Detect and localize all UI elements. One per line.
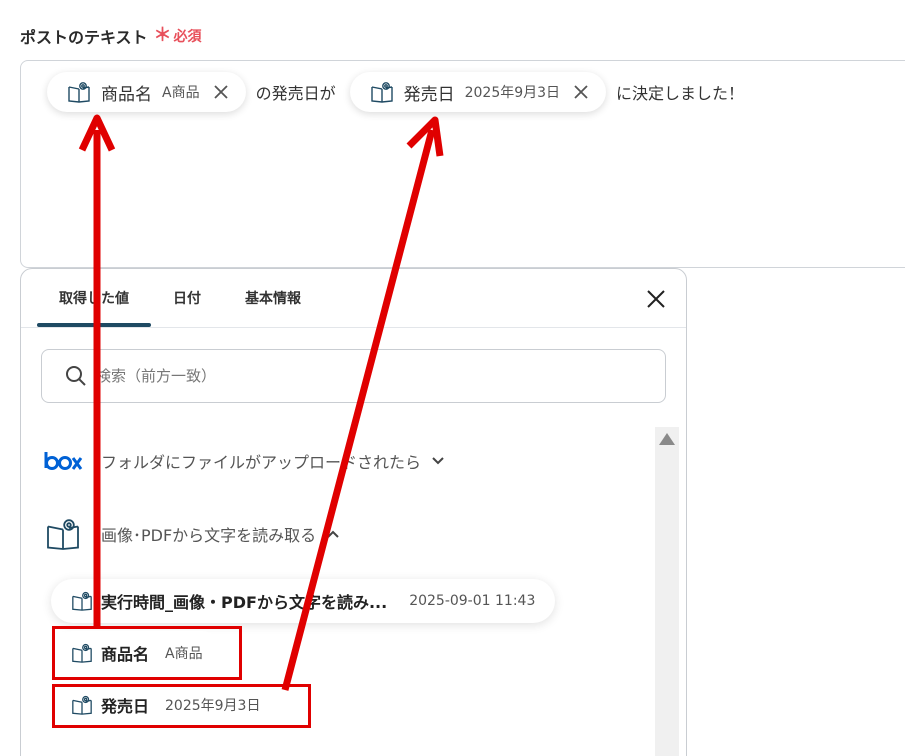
- annotation-box-release-date: [52, 684, 311, 728]
- required-mark: ＊: [153, 25, 172, 46]
- section-box-trigger[interactable]: フォルダにファイルがアップロードされたら: [43, 449, 445, 473]
- close-panel-button[interactable]: [644, 287, 668, 311]
- close-icon: [213, 85, 228, 99]
- post-static-text: に決定しました！: [616, 84, 745, 103]
- variable-pill-release-date[interactable]: 発売日 2025年9月3日: [349, 72, 607, 112]
- pill-name: 発売日: [403, 84, 455, 105]
- variable-pill-product-name[interactable]: 商品名 A商品: [47, 72, 246, 112]
- scroll-up-arrow-icon[interactable]: [659, 433, 675, 445]
- book-icon: [68, 82, 90, 103]
- chevron-down-icon: [432, 457, 444, 465]
- list-item-execution-time[interactable]: 実行時間_画像・PDFから文字を読み... 2025-09-01 11:43: [51, 579, 556, 623]
- book-icon: [47, 519, 79, 550]
- pill-name: 商品名: [101, 84, 152, 105]
- panel-tabs: 取得した値 日付 基本情報: [37, 269, 323, 327]
- book-icon: [370, 82, 393, 103]
- close-icon: [647, 290, 665, 308]
- item-value: 2025-09-01 11:43: [409, 593, 536, 609]
- required-indicator: ＊ 必須: [154, 26, 202, 46]
- chevron-up-icon: [327, 530, 339, 538]
- tab-divider: [21, 327, 686, 328]
- pill-value: 2025年9月3日: [464, 85, 561, 101]
- annotation-box-product-name: [52, 626, 242, 680]
- tab-acquired-values[interactable]: 取得した値: [37, 269, 151, 327]
- variable-picker-panel: 取得した値 日付 基本情報 フォルダにファイルがアップロードされたら 画像･PD…: [20, 268, 687, 756]
- required-text: 必須: [173, 29, 202, 45]
- pill-value: A商品: [162, 85, 200, 101]
- section-label: フォルダにファイルがアップロードされたら: [101, 453, 422, 472]
- search-input[interactable]: [96, 367, 616, 385]
- scrollbar[interactable]: [655, 427, 679, 756]
- post-text-line: 商品名 A商品 の発売日が 発売日 2025年9月3日 に決定しました！: [47, 71, 758, 113]
- tab-date[interactable]: 日付: [151, 269, 223, 327]
- section-label: 画像･PDFから文字を読み取る: [101, 526, 317, 545]
- post-text-editor[interactable]: 商品名 A商品 の発売日が 発売日 2025年9月3日 に決定しました！: [20, 60, 905, 268]
- book-icon: [72, 591, 92, 611]
- section-ocr[interactable]: 画像･PDFから文字を読み取る: [45, 515, 340, 553]
- tab-basic-info[interactable]: 基本情報: [223, 269, 323, 327]
- post-static-text: の発売日が: [255, 84, 336, 103]
- search-field[interactable]: [41, 349, 666, 403]
- remove-pill-button[interactable]: [210, 81, 232, 103]
- remove-pill-button[interactable]: [570, 81, 592, 103]
- field-label-text: ポストのテキスト: [20, 28, 148, 47]
- field-label: ポストのテキスト ＊ 必須: [20, 24, 202, 48]
- close-icon: [574, 85, 588, 99]
- item-name: 実行時間_画像・PDFから文字を読み...: [101, 593, 388, 612]
- search-icon: [66, 366, 86, 386]
- box-logo-icon: [44, 452, 83, 470]
